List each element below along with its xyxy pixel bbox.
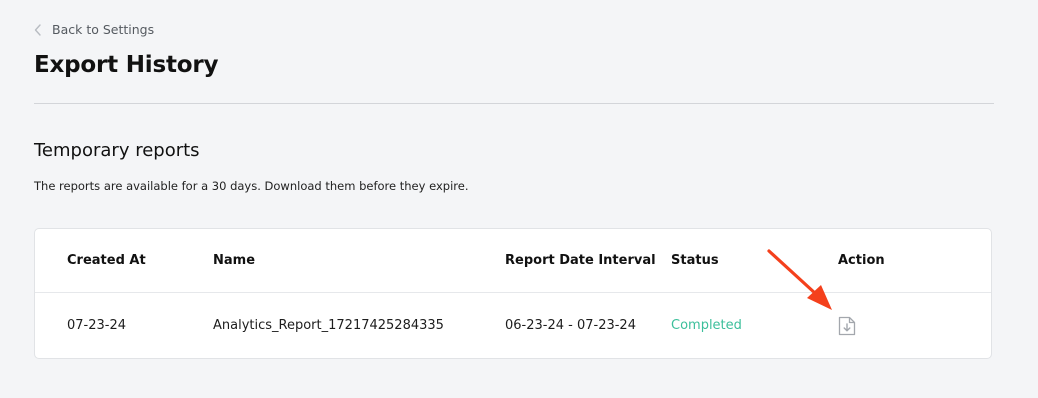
page-title: Export History: [34, 52, 219, 78]
created-at-cell: 07-23-24: [67, 318, 127, 333]
table-header-row: Created At Name Report Date Interval Sta…: [35, 229, 991, 293]
column-header-status: Status: [671, 253, 719, 268]
column-header-action: Action: [838, 253, 885, 268]
section-title: Temporary reports: [34, 140, 200, 161]
table-row: 07-23-24 Analytics_Report_17217425284335…: [35, 292, 991, 359]
report-interval-cell: 06-23-24 - 07-23-24: [505, 318, 636, 333]
back-link-label: Back to Settings: [52, 22, 155, 37]
column-header-report-date-interval: Report Date Interval: [505, 253, 656, 268]
section-description: The reports are available for a 30 days.…: [34, 179, 469, 193]
report-name-cell: Analytics_Report_17217425284335: [213, 318, 444, 333]
header-divider: [34, 103, 994, 104]
download-file-icon[interactable]: [838, 316, 856, 336]
action-cell: [838, 292, 856, 359]
back-to-settings-link[interactable]: Back to Settings: [34, 22, 154, 37]
status-badge: Completed: [671, 318, 742, 333]
column-header-name: Name: [213, 253, 256, 268]
chevron-left-icon: [34, 23, 42, 36]
reports-table: Created At Name Report Date Interval Sta…: [34, 228, 992, 359]
column-header-created-at: Created At: [67, 253, 146, 268]
